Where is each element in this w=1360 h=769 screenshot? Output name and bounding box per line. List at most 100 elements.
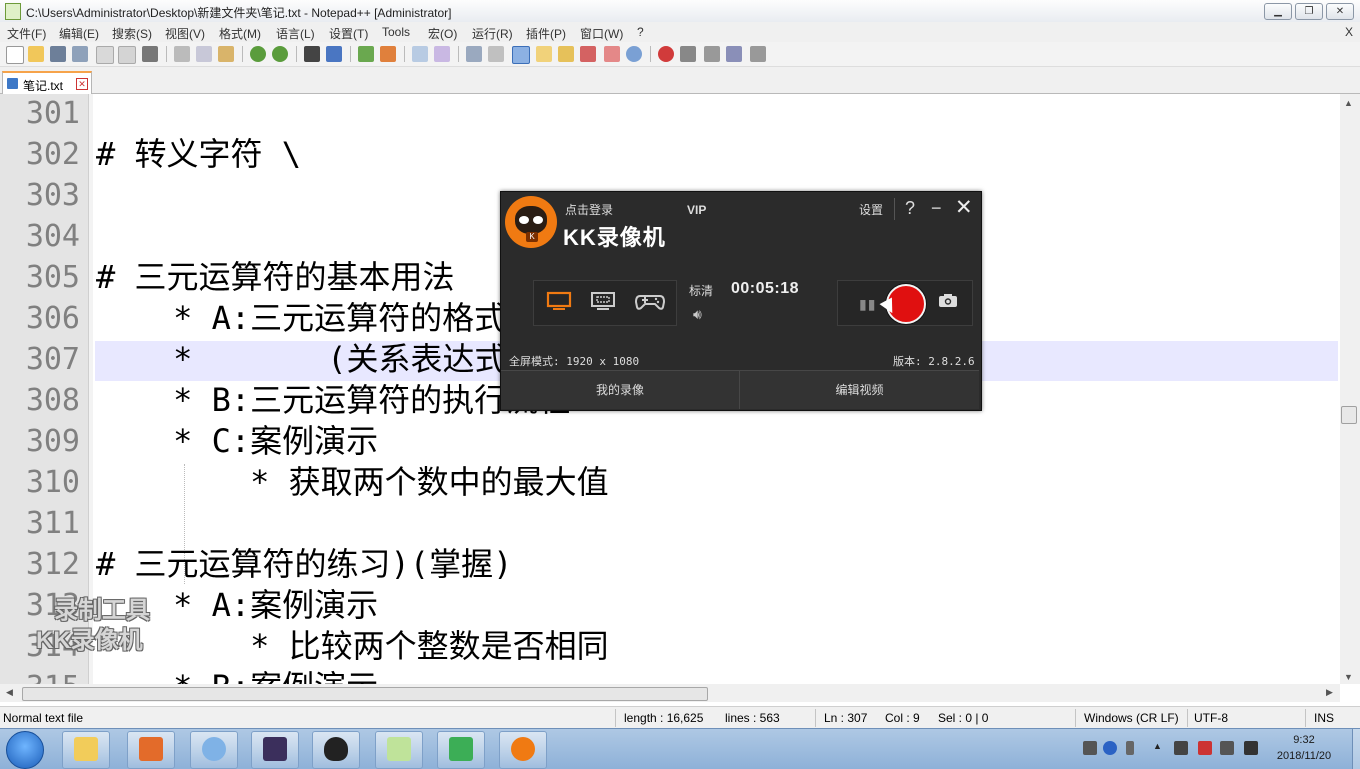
- vertical-scroll-thumb[interactable]: [1341, 406, 1357, 424]
- menu-close-document[interactable]: X: [1345, 25, 1353, 39]
- kk-my-recordings-button[interactable]: 我的录像: [501, 370, 740, 409]
- close-file-icon[interactable]: [96, 46, 114, 64]
- menu-window[interactable]: 窗口(W): [580, 25, 623, 42]
- doc-map-icon[interactable]: [558, 46, 574, 62]
- kk-settings-button[interactable]: 设置: [859, 201, 883, 218]
- show-hidden-icons-icon[interactable]: ▲: [1153, 741, 1167, 755]
- menu-settings[interactable]: 设置(T): [329, 25, 368, 42]
- game-mode-icon[interactable]: [634, 290, 666, 312]
- kk-volume-icon[interactable]: 🔊︎: [693, 306, 702, 323]
- action-center-icon[interactable]: [1220, 741, 1234, 755]
- region-mode-icon[interactable]: [590, 290, 616, 312]
- menu-plugins[interactable]: 插件(P): [526, 25, 566, 42]
- macro-save-icon[interactable]: [750, 46, 766, 62]
- taskbar-notepad-plus-plus[interactable]: [375, 731, 423, 769]
- macro-run-multiple-icon[interactable]: [726, 46, 742, 62]
- close-all-icon[interactable]: [118, 46, 136, 64]
- zoom-out-icon[interactable]: [380, 46, 396, 62]
- function-list-icon[interactable]: [580, 46, 596, 62]
- code-line[interactable]: # 三元运算符的基本用法: [96, 257, 455, 298]
- start-button[interactable]: [6, 731, 44, 769]
- code-line[interactable]: * C:案例演示: [96, 421, 378, 462]
- code-line[interactable]: * 比较两个整数是否相同: [96, 626, 609, 667]
- kk-minimize-button[interactable]: −: [931, 198, 942, 219]
- user-lang-icon[interactable]: [536, 46, 552, 62]
- fullscreen-mode-icon[interactable]: [546, 290, 572, 312]
- macro-record-icon[interactable]: [658, 46, 674, 62]
- kk-recorder-window[interactable]: K 点击登录 VIP KK录像机 设置 ? − ✕ 标清 🔊︎ 00:05:18…: [500, 191, 982, 411]
- redo-icon[interactable]: [272, 46, 288, 62]
- menu-edit[interactable]: 编辑(E): [59, 25, 99, 42]
- kk-login-link[interactable]: 点击登录: [565, 201, 613, 218]
- device-tray-icon[interactable]: [1244, 741, 1258, 755]
- scroll-up-arrow-icon[interactable]: ▲: [1344, 98, 1353, 108]
- taskbar-java-ee-ide[interactable]: [251, 731, 299, 769]
- horizontal-scroll-thumb[interactable]: [22, 687, 708, 701]
- kk-edit-video-button[interactable]: 编辑视频: [740, 370, 979, 409]
- new-file-icon[interactable]: [6, 46, 24, 64]
- scroll-left-arrow-icon[interactable]: ◀: [6, 687, 13, 698]
- tab-close-icon[interactable]: ✕: [76, 78, 88, 90]
- replace-icon[interactable]: [326, 46, 342, 62]
- network-tray-icon[interactable]: [1198, 741, 1212, 755]
- taskbar-powerpoint[interactable]: [127, 731, 175, 769]
- kk-screenshot-camera-icon[interactable]: [939, 294, 957, 307]
- taskbar-qq[interactable]: [312, 731, 360, 769]
- show-desktop-button[interactable]: [1352, 729, 1360, 769]
- indent-guide-icon[interactable]: [512, 46, 530, 64]
- menu-macro[interactable]: 宏(O): [428, 25, 457, 42]
- folder-workspace-icon[interactable]: [604, 46, 620, 62]
- copy-icon[interactable]: [196, 46, 212, 62]
- menu-run[interactable]: 运行(R): [472, 25, 513, 42]
- help-tray-icon[interactable]: [1103, 741, 1117, 755]
- cut-icon[interactable]: [174, 46, 190, 62]
- word-wrap-icon[interactable]: [466, 46, 482, 62]
- taskbar-clock[interactable]: 9:32 2018/11/20: [1268, 732, 1340, 764]
- kk-pause-icon[interactable]: ▮▮: [859, 296, 876, 313]
- code-line[interactable]: # 三元运算符的练习)(掌握): [96, 544, 512, 585]
- menu-tools[interactable]: Tools: [382, 25, 410, 39]
- close-button[interactable]: ✕: [1326, 3, 1354, 20]
- save-all-icon[interactable]: [72, 46, 88, 62]
- taskbar-paint[interactable]: [190, 731, 238, 769]
- tray-options-icon[interactable]: [1126, 741, 1134, 755]
- minimize-button[interactable]: ▁: [1264, 3, 1292, 20]
- save-icon[interactable]: [50, 46, 66, 62]
- menu-search[interactable]: 搜索(S): [112, 25, 152, 42]
- kk-vip-badge[interactable]: VIP: [687, 203, 706, 217]
- menu-help[interactable]: ?: [637, 25, 644, 39]
- volume-tray-icon[interactable]: [1174, 741, 1188, 755]
- scroll-down-arrow-icon[interactable]: ▼: [1344, 672, 1353, 682]
- restore-button[interactable]: ❐: [1295, 3, 1323, 20]
- code-line[interactable]: * A:三元运算符的格式: [96, 298, 506, 339]
- macro-stop-icon[interactable]: [680, 46, 696, 62]
- vertical-scrollbar[interactable]: [1340, 94, 1360, 684]
- scroll-right-arrow-icon[interactable]: ▶: [1326, 687, 1333, 698]
- tab-notes-txt[interactable]: 笔记.txt ✕: [2, 71, 92, 94]
- keyboard-icon[interactable]: [1083, 741, 1097, 755]
- find-icon[interactable]: [304, 46, 320, 62]
- macro-play-icon[interactable]: [704, 46, 720, 62]
- zoom-in-icon[interactable]: [358, 46, 374, 62]
- menu-view[interactable]: 视图(V): [165, 25, 205, 42]
- paste-icon[interactable]: [218, 46, 234, 62]
- taskbar-green-app[interactable]: [437, 731, 485, 769]
- undo-icon[interactable]: [250, 46, 266, 62]
- code-line[interactable]: * 获取两个数中的最大值: [96, 462, 609, 503]
- code-line[interactable]: * B:案例演示: [96, 667, 378, 684]
- show-all-chars-icon[interactable]: [488, 46, 504, 62]
- menu-language[interactable]: 语言(L): [276, 25, 315, 42]
- menu-format[interactable]: 格式(M): [219, 25, 261, 42]
- taskbar-file-explorer[interactable]: [62, 731, 110, 769]
- taskbar-kk-recorder[interactable]: [499, 731, 547, 769]
- open-file-icon[interactable]: [28, 46, 44, 62]
- kk-help-button[interactable]: ?: [905, 198, 915, 219]
- menu-file[interactable]: 文件(F): [7, 25, 46, 42]
- print-icon[interactable]: [142, 46, 158, 62]
- kk-quality-selector[interactable]: 标清: [689, 282, 713, 299]
- sync-vertical-icon[interactable]: [412, 46, 428, 62]
- sync-horizontal-icon[interactable]: [434, 46, 450, 62]
- code-line[interactable]: # 转义字符 \: [96, 134, 301, 175]
- kk-close-button[interactable]: ✕: [955, 195, 973, 220]
- monitoring-icon[interactable]: [626, 46, 642, 62]
